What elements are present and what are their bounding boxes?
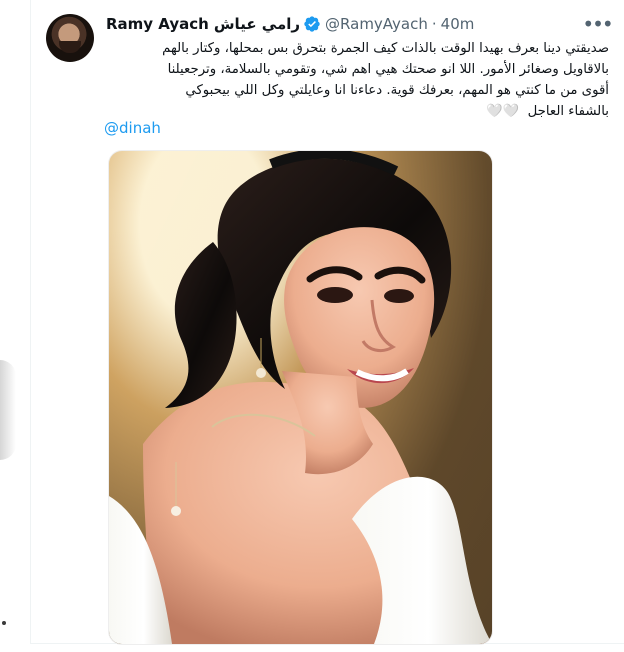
left-panel-edge — [0, 360, 16, 460]
tweet-line-3: أقوى من ما كنتي هو المهم، بعرفك قوية. دع… — [185, 83, 609, 98]
tweet-line-4-text: بالشفاء العاجل — [527, 104, 609, 119]
white-heart-emoji: 🤍🤍 — [486, 104, 520, 119]
dinah-mention-link[interactable]: @dinah — [104, 118, 161, 138]
author-handle[interactable]: @RamyAyach — [325, 14, 428, 34]
hair-bun — [165, 242, 237, 408]
right-eye — [384, 289, 414, 303]
tweet-line-2: بالاقاويل وصغائر الأمور. اللا انو صحتك ه… — [167, 62, 609, 77]
separator-dot: · — [431, 15, 437, 33]
left-earring — [256, 368, 266, 378]
tweet-card[interactable]: Ramy Ayach رامي عياش @RamyAyach · 40m ••… — [30, 0, 624, 645]
woman-portrait-image — [109, 151, 492, 644]
author-display-name[interactable]: Ramy Ayach — [106, 14, 209, 34]
author-arabic-name[interactable]: رامي عياش — [214, 14, 300, 34]
left-eye — [317, 287, 353, 303]
verified-badge-icon — [303, 15, 321, 33]
necklace-pearl — [171, 506, 181, 516]
tweet-header: Ramy Ayach رامي عياش @RamyAyach · 40m — [106, 13, 474, 35]
tweet-text: صديقتي دينا بعرف بهيدا الوقت بالذات كيف … — [104, 38, 609, 122]
scroll-marker-dot — [2, 621, 6, 625]
author-avatar[interactable] — [46, 14, 94, 62]
more-options-icon[interactable]: ••• — [582, 10, 613, 38]
tweet-line-4: بالشفاء العاجل 🤍🤍 — [104, 101, 609, 122]
tweet-page: Ramy Ayach رامي عياش @RamyAyach · 40m ••… — [0, 0, 624, 652]
verified-badge-icon-svg — [304, 16, 320, 32]
tweet-timestamp[interactable]: 40m — [441, 14, 475, 34]
tweet-line-1: صديقتي دينا بعرف بهيدا الوقت بالذات كيف … — [162, 41, 609, 56]
tweet-photo[interactable] — [108, 150, 493, 645]
